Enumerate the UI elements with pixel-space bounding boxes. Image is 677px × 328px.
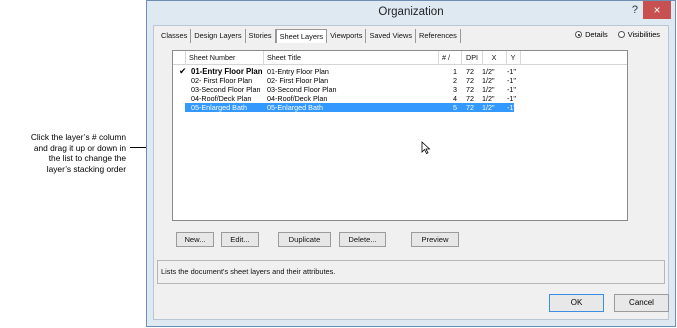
sheet-layers-list[interactable]: Sheet Number Sheet Title # / DPI X Y ✔ 0… — [172, 50, 628, 221]
row-stack-order[interactable]: 2 — [453, 76, 457, 85]
row-y: -1" — [507, 94, 516, 103]
row-sheet-number: 03-Second Floor Plan — [191, 85, 261, 94]
tab-viewports[interactable]: Viewports — [327, 29, 367, 43]
row-sheet-number: 05-Enlarged Bath — [191, 103, 247, 112]
row-sheet-number: 02- First Floor Plan — [191, 76, 253, 85]
organization-dialog: Organization ? × Classes Design Layers S… — [146, 0, 676, 327]
header-sheet-number[interactable]: Sheet Number — [185, 51, 264, 64]
table-row-selected[interactable]: 05-Enlarged Bath 05-Enlarged Bath 5 72 1… — [185, 103, 516, 112]
tab-sheet-layers[interactable]: Sheet Layers — [275, 29, 328, 43]
cancel-button[interactable]: Cancel — [614, 294, 669, 312]
row-stack-order[interactable]: 1 — [453, 67, 457, 76]
callout-text: Click the layer’s # column and drag it u… — [0, 132, 126, 174]
header-sheet-title[interactable]: Sheet Title — [264, 51, 439, 64]
table-row[interactable]: 02- First Floor Plan 02- First Floor Pla… — [173, 76, 627, 85]
row-y: -1" — [507, 103, 516, 112]
row-sheet-number: 01-Entry Floor Plan — [191, 67, 263, 76]
callout-line-1: Click the layer’s # column — [30, 132, 126, 142]
header-stack-order[interactable]: # / — [439, 51, 462, 64]
visibilities-radio[interactable]: Visibilities — [617, 30, 660, 39]
row-sheet-title: 03-Second Floor Plan — [267, 85, 337, 94]
row-sheet-title: 01-Entry Floor Plan — [267, 67, 329, 76]
row-sheet-title: 05-Enlarged Bath — [267, 103, 323, 112]
duplicate-button[interactable]: Duplicate — [278, 232, 331, 247]
callout-line-4: layer’s stacking order — [46, 163, 126, 174]
row-stack-order[interactable]: 5 — [453, 103, 457, 112]
row-x: 1/2" — [482, 67, 495, 76]
active-check-icon: ✔ — [179, 66, 187, 76]
row-x: 1/2" — [482, 76, 495, 85]
preview-button[interactable]: Preview — [411, 232, 459, 247]
radio-selected-icon — [575, 31, 583, 38]
header-dpi[interactable]: DPI — [462, 51, 483, 64]
row-x: 1/2" — [482, 85, 495, 94]
tab-classes[interactable]: Classes — [158, 29, 192, 43]
row-sheet-title: 02- First Floor Plan — [267, 76, 329, 85]
table-row[interactable]: ✔ 01-Entry Floor Plan 01-Entry Floor Pla… — [173, 66, 627, 77]
dialog-title: Organization — [378, 6, 444, 18]
details-radio-label: Details — [585, 30, 608, 39]
row-x: 1/2" — [482, 94, 495, 103]
row-stack-order[interactable]: 3 — [453, 85, 457, 94]
title-bar: Organization ? × — [147, 1, 675, 25]
drag-cursor-icon — [421, 141, 431, 154]
help-button[interactable]: ? — [632, 4, 638, 16]
tab-stories[interactable]: Stories — [246, 29, 276, 43]
row-y: -1" — [507, 67, 516, 76]
callout-line-3: the list to change the — [48, 153, 126, 163]
visibilities-radio-label: Visibilities — [627, 30, 660, 39]
row-dpi: 72 — [466, 94, 474, 103]
row-dpi: 72 — [466, 103, 474, 112]
details-radio[interactable]: Details — [575, 30, 608, 39]
new-button[interactable]: New... — [176, 232, 214, 247]
tab-references[interactable]: References — [416, 29, 461, 43]
row-stack-order[interactable]: 4 — [453, 94, 457, 103]
row-dpi: 72 — [466, 67, 474, 76]
view-mode-options: Details Visibilities — [575, 30, 660, 39]
edit-button[interactable]: Edit... — [221, 232, 259, 247]
tab-saved-views[interactable]: Saved Views — [366, 29, 417, 43]
delete-button[interactable]: Delete... — [339, 232, 386, 247]
row-y: -1" — [507, 85, 516, 94]
close-button[interactable]: × — [643, 1, 671, 19]
row-y: -1" — [507, 76, 516, 85]
dialog-body: Classes Design Layers Stories Sheet Laye… — [153, 25, 669, 320]
tab-strip: Classes Design Layers Stories Sheet Laye… — [158, 29, 461, 43]
row-x: 1/2" — [482, 103, 495, 112]
table-row[interactable]: 03-Second Floor Plan 03-Second Floor Pla… — [173, 85, 627, 94]
ok-button[interactable]: OK — [549, 294, 604, 312]
tab-design-layers[interactable]: Design Layers — [191, 29, 246, 43]
row-dpi: 72 — [466, 85, 474, 94]
header-x[interactable]: X — [482, 51, 507, 64]
list-header: Sheet Number Sheet Title # / DPI X Y — [173, 51, 627, 65]
description-panel: Lists the document's sheet layers and th… — [157, 260, 665, 284]
radio-unselected-icon — [617, 31, 625, 38]
callout-line-2: and drag it up or down in — [33, 142, 126, 153]
header-y[interactable]: Y — [506, 51, 521, 64]
table-row[interactable]: 04-Roof/Deck Plan 04-Roof/Deck Plan 4 72… — [173, 94, 627, 103]
row-dpi: 72 — [466, 76, 474, 85]
row-sheet-title: 04-Roof/Deck Plan — [267, 94, 328, 103]
row-sheet-number: 04-Roof/Deck Plan — [191, 94, 252, 103]
